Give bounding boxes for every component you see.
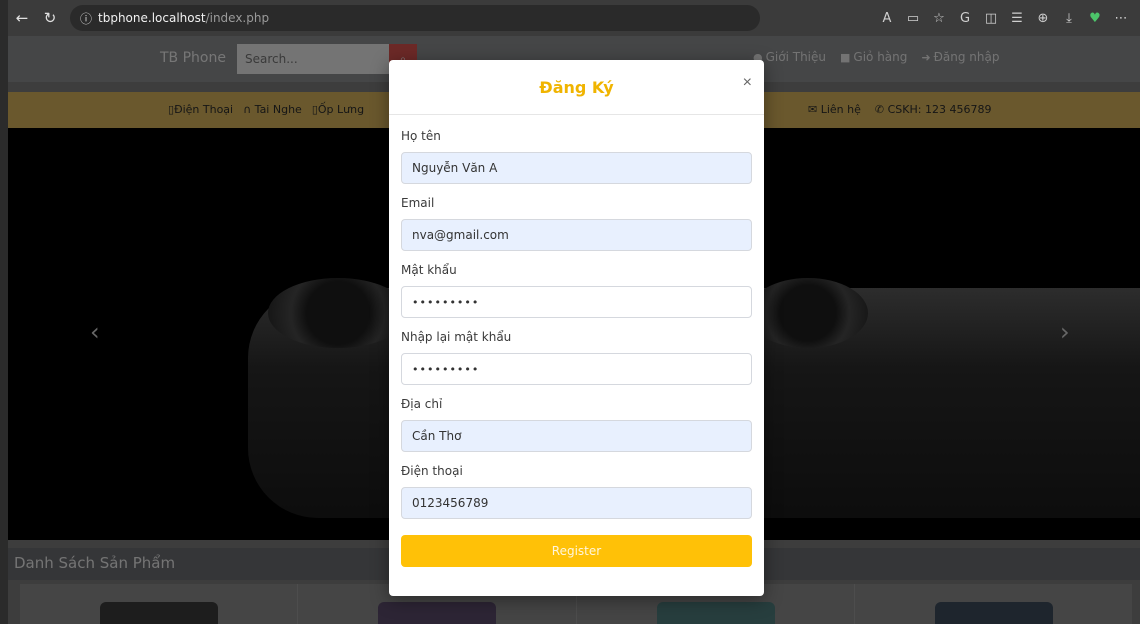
split-screen-icon[interactable]: ◫ [980,7,1002,29]
phone-label: Điện thoại [401,464,463,478]
modal-title: Đăng Ký [539,78,614,97]
url-path: /index.php [205,11,270,25]
email-input[interactable] [401,219,752,251]
confirm-password-label: Nhập lại mật khẩu [401,330,512,344]
phone-input[interactable] [401,487,752,519]
address-input[interactable] [401,420,752,452]
favorite-star-icon[interactable]: ☆ [928,7,950,29]
phone-field-group: Điện thoại [401,464,752,519]
back-arrow-icon[interactable]: ← [8,4,36,32]
download-icon[interactable]: ⤓ [1058,7,1080,29]
browser-toolbar: ← ↻ ⓘ tbphone.localhost/index.php A ▭ ☆ … [8,0,1140,36]
address-field-group: Địa chỉ [401,397,752,452]
confirm-password-field-group: Nhập lại mật khẩu [401,330,752,385]
browser-actions: A ▭ ☆ G ◫ ☰ ⊕ ⤓ ♥ ⋯ [876,0,1132,36]
address-bar[interactable]: ⓘ tbphone.localhost/index.php [70,5,760,31]
register-button[interactable]: Register [401,535,752,567]
fullname-label: Họ tên [401,129,441,143]
heart-extension-icon[interactable]: ♥ [1084,7,1106,29]
address-label: Địa chỉ [401,397,443,411]
fullname-input[interactable] [401,152,752,184]
modal-header: Đăng Ký × [389,60,764,115]
reader-view-icon[interactable]: ▭ [902,7,924,29]
reload-icon[interactable]: ↻ [36,4,64,32]
collections-icon[interactable]: ⊕ [1032,7,1054,29]
email-label: Email [401,196,435,210]
extension-icon[interactable]: G [954,7,976,29]
password-input[interactable] [401,286,752,318]
favorites-list-icon[interactable]: ☰ [1006,7,1028,29]
more-options-icon[interactable]: ⋯ [1110,7,1132,29]
url-host: tbphone.localhost [98,11,206,25]
close-icon[interactable]: × [743,74,752,92]
password-label: Mật khẩu [401,263,457,277]
password-field-group: Mật khẩu [401,263,752,318]
read-aloud-icon[interactable]: A [876,7,898,29]
info-icon[interactable]: ⓘ [80,10,98,27]
email-field-group: Email [401,196,752,251]
fullname-field-group: Họ tên [401,129,752,184]
register-modal: Đăng Ký × Họ tên Email Mật khẩu Nhập lại… [389,60,764,596]
register-form: Họ tên Email Mật khẩu Nhập lại mật khẩu … [389,115,764,567]
confirm-password-input[interactable] [401,353,752,385]
